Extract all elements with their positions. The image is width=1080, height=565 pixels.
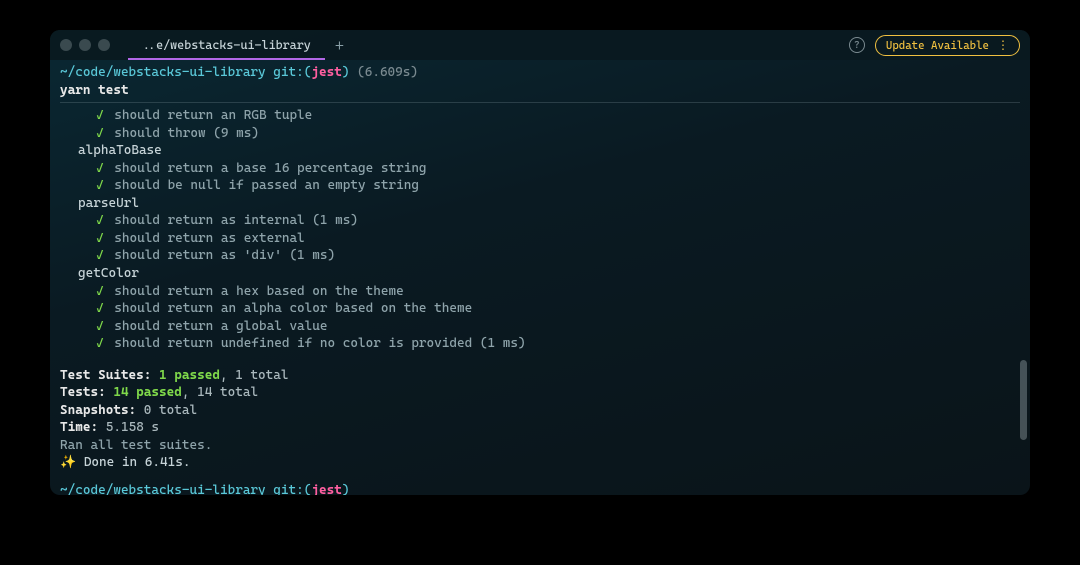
check-icon: ✓ [96,319,104,334]
check-icon: ✓ [96,178,104,193]
git-label: git:( [266,65,312,80]
close-window-button[interactable] [60,39,72,51]
check-icon: ✓ [96,301,104,316]
git-branch: jest [311,65,341,80]
update-label: Update Available [886,39,989,52]
command-line: yarn test [60,82,1020,100]
test-description: should be null if passed an empty string [107,178,419,193]
prompt-line-1: ~/code/webstacks-ui-library git:(jest) (… [60,64,1020,82]
test-result-line: ✓ should throw (9 ms) [60,125,1020,143]
check-icon: ✓ [96,161,104,176]
test-group-name: alphaToBase [60,142,1020,160]
git-branch: jest [311,483,341,495]
check-icon: ✓ [96,284,104,299]
time-line: Time: 5.158 s [60,419,1020,437]
test-result-line: ✓ should return a global value [60,318,1020,336]
test-result-line: ✓ should return as external [60,230,1020,248]
update-available-button[interactable]: Update Available ⋮ [875,35,1020,56]
titlebar: ..e/webstacks-ui-library + ? Update Avai… [50,30,1030,60]
test-description: should return a base 16 percentage strin… [107,161,427,176]
tab-title: ..e/webstacks-ui-library [142,38,311,52]
test-description: should return as 'div' (1 ms) [107,248,336,263]
minimize-window-button[interactable] [79,39,91,51]
tab-active[interactable]: ..e/webstacks-ui-library [128,30,325,60]
tab-bar: ..e/webstacks-ui-library + [128,30,354,60]
check-icon: ✓ [96,336,104,351]
test-result-line: ✓ should return as 'div' (1 ms) [60,247,1020,265]
test-result-line: ✓ should return an RGB tuple [60,107,1020,125]
test-description: should return an alpha color based on th… [107,301,473,316]
test-result-line: ✓ should return an alpha color based on … [60,300,1020,318]
traffic-lights [60,39,110,51]
test-description: should return a global value [107,319,328,334]
terminal-body[interactable]: ~/code/webstacks-ui-library git:(jest) (… [50,60,1030,495]
test-description: should return an RGB tuple [107,108,313,123]
divider [60,102,1020,103]
ran-line: Ran all test suites. [60,437,1020,455]
check-icon: ✓ [96,213,104,228]
scrollbar-thumb[interactable] [1020,360,1027,440]
summary-block: Test Suites: 1 passed, 1 total Tests: 14… [60,367,1020,472]
done-line: ✨ Done in 6.41s. [60,454,1020,472]
test-result-line: ✓ should return as internal (1 ms) [60,212,1020,230]
test-result-line: ✓ should return undefined if no color is… [60,335,1020,353]
test-result-line: ✓ should be null if passed an empty stri… [60,177,1020,195]
test-description: should return as external [107,231,305,246]
maximize-window-button[interactable] [98,39,110,51]
tests-line: Tests: 14 passed, 14 total [60,384,1020,402]
cwd-path: ~/code/webstacks-ui-library [60,483,266,495]
check-icon: ✓ [96,108,104,123]
titlebar-right: ? Update Available ⋮ [849,35,1020,56]
test-result-line: ✓ should return a hex based on the theme [60,283,1020,301]
suites-line: Test Suites: 1 passed, 1 total [60,367,1020,385]
prompt-timing: (6.609s) [349,65,418,80]
test-group-name: parseUrl [60,195,1020,213]
check-icon: ✓ [96,231,104,246]
new-tab-button[interactable]: + [325,36,354,55]
terminal-window: ..e/webstacks-ui-library + ? Update Avai… [50,30,1030,495]
snapshots-line: Snapshots: 0 total [60,402,1020,420]
sparkle-icon: ✨ [60,455,84,470]
test-description: should return undefined if no color is p… [107,336,526,351]
check-icon: ✓ [96,126,104,141]
cwd-path: ~/code/webstacks-ui-library [60,65,266,80]
test-group-name: getColor [60,265,1020,283]
update-menu-icon: ⋮ [997,39,1009,51]
test-output: ✓ should return an RGB tuple✓ should thr… [60,107,1020,353]
test-description: should return a hex based on the theme [107,284,404,299]
prompt-line-2: ~/code/webstacks-ui-library git:(jest) [60,482,1020,495]
check-icon: ✓ [96,248,104,263]
help-icon[interactable]: ? [849,37,865,53]
test-description: should return as internal (1 ms) [107,213,358,228]
test-result-line: ✓ should return a base 16 percentage str… [60,160,1020,178]
test-description: should throw (9 ms) [107,126,259,141]
